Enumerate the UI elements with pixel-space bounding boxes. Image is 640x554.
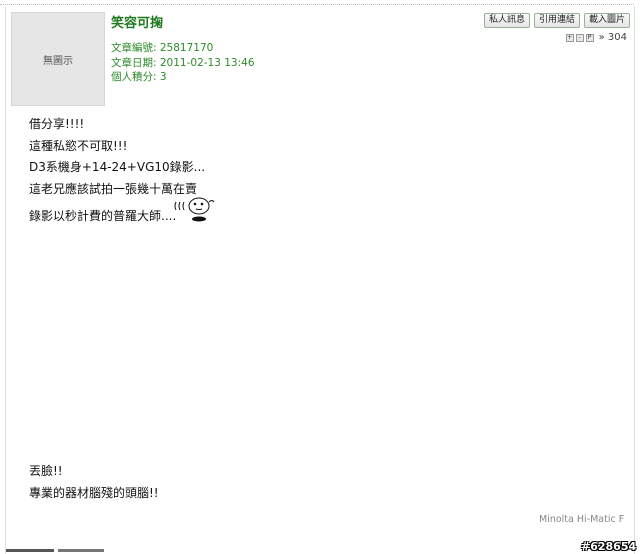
avatar: 無圖示 <box>11 12 105 106</box>
post-top-divider <box>0 4 634 5</box>
article-number: 文章編號: 25817170 <box>111 42 214 54</box>
image-watermark: #628654 <box>581 540 637 553</box>
post-line: 丟臉!! <box>29 464 63 478</box>
author-name-link[interactable]: 笑容可掬 <box>111 12 163 31</box>
post-line: 借分享!!!! <box>29 117 85 131</box>
post-line: D3系機身+14-24+VG10錄影... <box>29 160 206 174</box>
signature: Minolta Hi-Matic F <box>539 514 625 525</box>
post-line: 這種私慾不可取!!! <box>29 139 128 153</box>
post-line: 錄影以秒計費的普羅大師.... <box>29 209 177 223</box>
private-message-button[interactable]: 私人訊息 <box>483 13 530 28</box>
post-left-border <box>5 6 6 554</box>
post-floor-number[interactable]: » 304 <box>599 32 627 43</box>
post-right-border <box>634 6 635 554</box>
expand-icon[interactable]: + <box>565 33 574 42</box>
load-images-button[interactable]: 載入圖片 <box>583 13 630 28</box>
avatar-placeholder-label: 無圖示 <box>43 55 73 67</box>
print-icon[interactable]: P <box>585 33 594 42</box>
post-line: 這老兄應該試拍一張幾十萬在賣 <box>29 182 198 196</box>
post-pager: + - P » 304 <box>565 32 627 43</box>
user-points: 個人積分: 3 <box>111 71 167 83</box>
post-action-buttons: 私人訊息 引用連結 載入圖片 <box>483 13 630 28</box>
quote-link-button[interactable]: 引用連結 <box>533 13 580 28</box>
article-date: 文章日期: 2011-02-13 13:46 <box>111 57 255 69</box>
collapse-icon[interactable]: - <box>575 33 584 42</box>
post-line: 專業的器材腦殘的頭腦!! <box>29 486 159 500</box>
emoticon-icon <box>174 197 215 222</box>
bottom-divider <box>58 549 104 552</box>
bottom-divider <box>6 549 54 552</box>
post-floor-value: 304 <box>607 32 627 43</box>
